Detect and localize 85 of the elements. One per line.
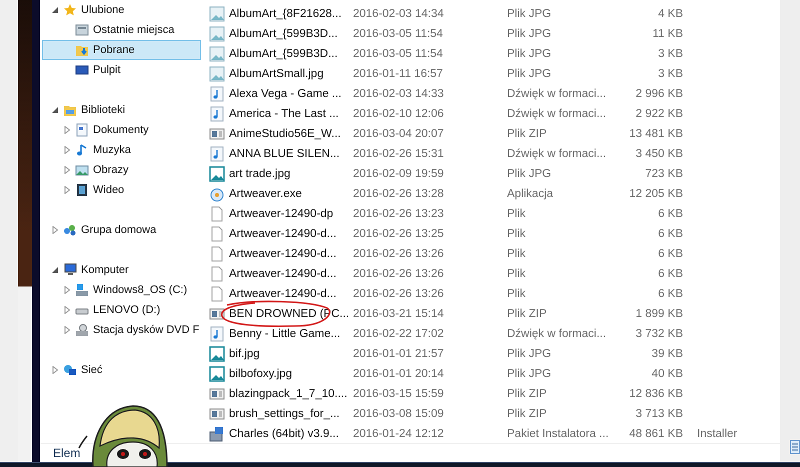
- recent-places-icon: [75, 23, 89, 37]
- blank-file-icon: [209, 226, 225, 242]
- file-row[interactable]: AlbumArtSmall.jpg 2016-01-11 16:57 Plik JPG 3 KB: [203, 64, 780, 84]
- application-icon: [209, 186, 225, 202]
- disc-drive-icon: [75, 323, 89, 337]
- navigation-item[interactable]: Sieć: [42, 360, 201, 380]
- computer-icon: [63, 263, 77, 277]
- downloads-folder-icon: [75, 43, 89, 57]
- navigation-item[interactable]: LENOVO (D:): [42, 300, 201, 320]
- star-icon: [63, 3, 77, 17]
- installer-icon: [209, 426, 225, 442]
- file-row[interactable]: AnimeStudio56E_W... 2016-03-04 20:07 Plik ZIP 13 481 KB: [203, 124, 780, 144]
- file-row[interactable]: AlbumArt_{8F21628... 2016-02-03 14:34 Plik JPG 4 KB: [203, 4, 780, 24]
- system-drive-icon: [75, 283, 89, 297]
- audio-file-icon: [209, 86, 225, 102]
- archive-file-icon: [209, 386, 225, 402]
- file-row[interactable]: Alexa Vega - Game ... 2016-02-03 14:33 Dźwięk w formaci... 2 996 KB: [203, 84, 780, 104]
- navigation-item[interactable]: Dokumenty: [42, 120, 201, 140]
- file-row[interactable]: Benny - Little Game... 2016-02-22 17:02 Dźwięk w formaci... 3 732 KB: [203, 324, 780, 344]
- navigation-item[interactable]: Komputer: [42, 260, 201, 280]
- library-folder-icon: [63, 103, 77, 117]
- file-row[interactable]: Artweaver-12490-d... 2016-02-26 13:25 Plik 6 KB: [203, 224, 780, 244]
- navigation-item[interactable]: Muzyka: [42, 140, 201, 160]
- blank-file-icon: [209, 246, 225, 262]
- homegroup-icon: [63, 223, 77, 237]
- file-row[interactable]: bilbofoxy.jpg 2016-01-01 20:14 Plik JPG 40 KB: [203, 364, 780, 384]
- film-icon: [75, 183, 89, 197]
- file-row[interactable]: Artweaver-12490-d... 2016-02-26 13:26 Plik 6 KB: [203, 284, 780, 304]
- image-file-icon: [209, 6, 225, 22]
- expand-arrow-icon[interactable]: [51, 366, 59, 374]
- file-row[interactable]: Artweaver-12490-d... 2016-02-26 13:26 Plik 6 KB: [203, 244, 780, 264]
- expand-arrow-icon[interactable]: [63, 286, 71, 294]
- navigation-item[interactable]: Wideo: [42, 180, 201, 200]
- blank-file-icon: [209, 266, 225, 282]
- file-row[interactable]: Charles (64bit) v3.9... 2016-01-24 12:12 Pakiet Instalatora ... 48 861 KB Installer: [203, 424, 780, 444]
- expand-arrow-icon[interactable]: [51, 226, 59, 234]
- file-row[interactable]: Artweaver-12490-d... 2016-02-26 13:26 Plik 6 KB: [203, 264, 780, 284]
- archive-file-icon: [209, 126, 225, 142]
- archive-file-icon: [209, 406, 225, 422]
- navigation-item[interactable]: Pobrane: [42, 40, 201, 60]
- archive-file-icon: [209, 306, 225, 322]
- navigation-item[interactable]: Grupa domowa: [42, 220, 201, 240]
- navigation-item[interactable]: Windows8_OS (C:): [42, 280, 201, 300]
- navigation-item[interactable]: Pulpit: [42, 60, 201, 80]
- details-view-icon[interactable]: [790, 440, 800, 454]
- expand-arrow-icon[interactable]: [63, 326, 71, 334]
- document-icon: [75, 123, 89, 137]
- file-row[interactable]: Artweaver.exe 2016-02-26 13:28 Aplikacja 12 205 KB: [203, 184, 780, 204]
- picture-icon: [75, 163, 89, 177]
- expand-arrow-icon[interactable]: [63, 186, 71, 194]
- audio-file-icon: [209, 106, 225, 122]
- file-row[interactable]: Artweaver-12490-dp 2016-02-26 13:23 Plik 6 KB: [203, 204, 780, 224]
- image-file-icon: [209, 166, 225, 182]
- image-file-icon: [209, 346, 225, 362]
- file-row[interactable]: art trade.jpg 2016-02-09 19:59 Plik JPG 723 KB: [203, 164, 780, 184]
- expand-arrow-icon[interactable]: [63, 166, 71, 174]
- collapse-arrow-icon[interactable]: [51, 6, 59, 14]
- expand-arrow-icon[interactable]: [63, 126, 71, 134]
- audio-file-icon: [209, 326, 225, 342]
- image-file-icon: [209, 26, 225, 42]
- navigation-item[interactable]: Ulubione: [42, 0, 201, 20]
- image-file-icon: [209, 66, 225, 82]
- navigation-item[interactable]: Stacja dysków DVD F: [42, 320, 201, 340]
- file-row[interactable]: America - The Last ... 2016-02-10 12:06 Dźwięk w formaci... 2 922 KB: [203, 104, 780, 124]
- file-row[interactable]: ANNA BLUE SILEN... 2016-02-26 15:31 Dźwięk w formaci... 3 450 KB: [203, 144, 780, 164]
- navigation-item[interactable]: Biblioteki: [42, 100, 201, 120]
- file-row[interactable]: brush_settings_for_... 2016-03-08 15:09 Plik ZIP 3 713 KB: [203, 404, 780, 424]
- file-row[interactable]: blazingpack_1_7_10.... 2016-03-15 15:59 Plik ZIP 12 836 KB: [203, 384, 780, 404]
- file-row[interactable]: AlbumArt_{599B3D... 2016-03-05 11:54 Plik JPG 11 KB: [203, 24, 780, 44]
- navigation-item[interactable]: Ostatnie miejsca: [42, 20, 201, 40]
- blank-file-icon: [209, 206, 225, 222]
- network-icon: [63, 363, 77, 377]
- file-row[interactable]: bif.jpg 2016-01-01 21:57 Plik JPG 39 KB: [203, 344, 780, 364]
- image-file-icon: [209, 46, 225, 62]
- music-note-icon: [75, 143, 89, 157]
- navigation-item[interactable]: Obrazy: [42, 160, 201, 180]
- collapse-arrow-icon[interactable]: [51, 106, 59, 114]
- expand-arrow-icon[interactable]: [63, 306, 71, 314]
- blank-file-icon: [209, 286, 225, 302]
- audio-file-icon: [209, 146, 225, 162]
- expand-arrow-icon[interactable]: [63, 146, 71, 154]
- desktop-icon: [75, 63, 89, 77]
- image-file-icon: [209, 366, 225, 382]
- collapse-arrow-icon[interactable]: [51, 266, 59, 274]
- file-row[interactable]: AlbumArt_{599B3D... 2016-03-05 11:54 Plik JPG 3 KB: [203, 44, 780, 64]
